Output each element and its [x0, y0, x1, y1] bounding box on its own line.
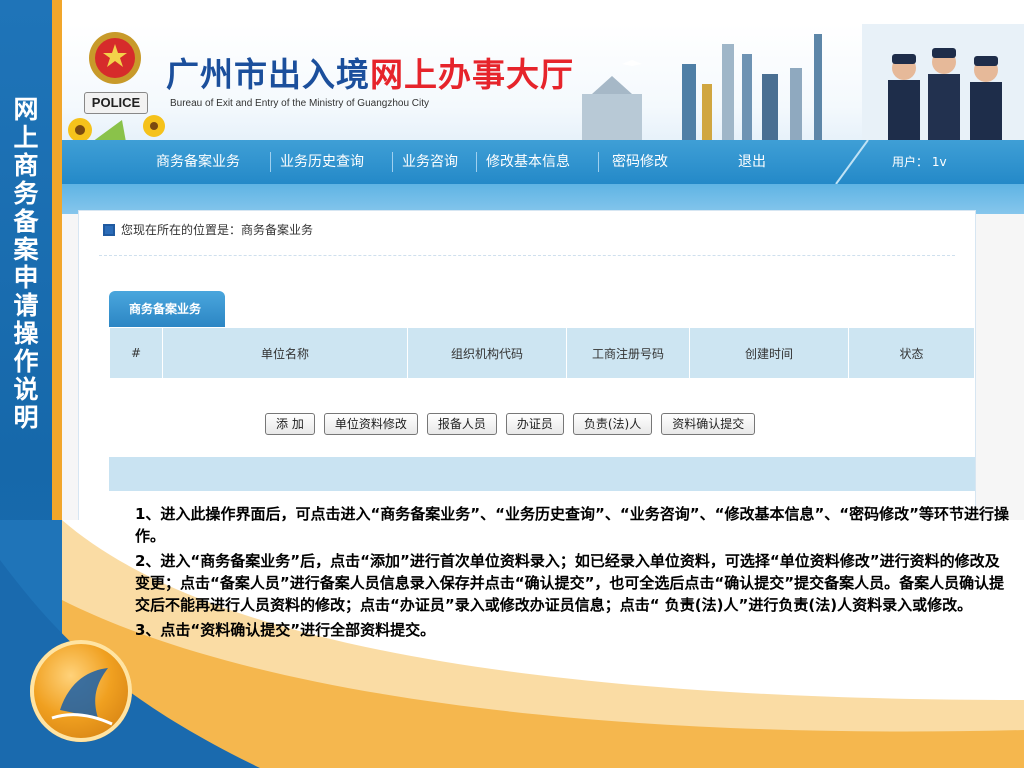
emblem-logo [30, 640, 132, 742]
agent-button[interactable]: 办证员 [505, 413, 564, 435]
side-title: 网上商务备案申请操作说明 [13, 95, 39, 432]
current-user: 用户： 1v [892, 155, 947, 169]
instruction-step-1: 1、进入此操作界面后，可点击进入“商务备案业务”、“业务历史查询”、“业务咨询”… [135, 505, 1010, 545]
site-title: 广州市出入境网上办事大厅 [166, 48, 574, 96]
nav-item-business-filing[interactable]: 商务备案业务 [156, 140, 240, 184]
site-subtitle: Bureau of Exit and Entry of the Ministry… [170, 98, 430, 109]
content-panel: 您现在所在的位置是：商务备案业务 商务备案业务 # 单位名称 组织机构代码 工商… [78, 210, 976, 520]
nav-item-history-query[interactable]: 业务历史查询 [280, 140, 364, 184]
tab-business-filing[interactable]: 商务备案业务 [109, 291, 225, 327]
action-button-row: 添 加单位资料修改 报备人员 办证员 负责(法)人 资料确认提交 [265, 413, 764, 437]
breadcrumb: 您现在所在的位置是：商务备案业务 [103, 221, 313, 238]
accent-stripe [52, 0, 62, 520]
nav-divider [476, 152, 477, 172]
column-header-org-code: 组织机构代码 [407, 327, 567, 379]
column-header-status: 状态 [848, 327, 975, 379]
column-header-registration-number: 工商注册号码 [566, 327, 690, 379]
confirm-submit-button[interactable]: 资料确认提交 [661, 413, 756, 435]
table-header-row: # 单位名称 组织机构代码 工商注册号码 创建时间 状态 [109, 327, 975, 379]
police-label: POLICE [84, 92, 148, 114]
site-title-part1: 广州市出入境 [166, 55, 370, 94]
nav-item-change-password[interactable]: 密码修改 [612, 140, 668, 184]
sunflower-decoration [68, 115, 165, 142]
nav-item-edit-basic-info[interactable]: 修改基本信息 [486, 140, 570, 184]
column-header-unit-name: 单位名称 [162, 327, 408, 379]
nav-divider [598, 152, 599, 172]
portal-screenshot: POLICE 广州市出入境网上办事大厅 Bureau of Exit and E… [62, 24, 1024, 520]
breadcrumb-text: 您现在所在的位置是：商务备案业务 [121, 223, 314, 237]
nav-item-consultation[interactable]: 业务咨询 [402, 140, 458, 184]
nav-slash-decoration [835, 140, 869, 184]
police-officers-photo [862, 24, 1024, 142]
instruction-step-2: 2、进入“商务备案业务”后，点击“添加”进行首次单位资料录入；如已经录入单位资料… [135, 552, 1005, 614]
site-title-part2: 网上办事大厅 [370, 55, 574, 94]
filing-personnel-button[interactable]: 报备人员 [426, 413, 497, 435]
divider [99, 255, 955, 256]
add-button[interactable]: 添 加 [265, 413, 315, 435]
police-emblem-icon [89, 32, 141, 84]
column-header-created-time: 创建时间 [689, 327, 849, 379]
site-banner: POLICE 广州市出入境网上办事大厅 Bureau of Exit and E… [62, 24, 1024, 142]
nav-divider [270, 152, 271, 172]
edit-unit-info-button[interactable]: 单位资料修改 [323, 413, 418, 435]
table-footer-bar [109, 457, 975, 491]
instructions: 1、进入此操作界面后，可点击进入“商务备案业务”、“业务历史查询”、“业务咨询”… [135, 503, 1011, 644]
nav-item-logout[interactable]: 退出 [738, 140, 766, 184]
nav-divider [392, 152, 393, 172]
city-skyline-decoration [582, 34, 822, 142]
police-badge: POLICE [84, 30, 148, 120]
instruction-step-3: 3、点击“资料确认提交”进行全部资料提交。 [135, 621, 436, 639]
legal-representative-button[interactable]: 负责(法)人 [572, 413, 653, 435]
main-navigation: 商务备案业务 业务历史查询 业务咨询 修改基本信息 密码修改 退出 用户： 1v [62, 140, 1024, 184]
column-header-index: # [109, 327, 163, 379]
breadcrumb-square-icon [103, 223, 115, 236]
filing-table: # 单位名称 组织机构代码 工商注册号码 创建时间 状态 [109, 327, 975, 379]
